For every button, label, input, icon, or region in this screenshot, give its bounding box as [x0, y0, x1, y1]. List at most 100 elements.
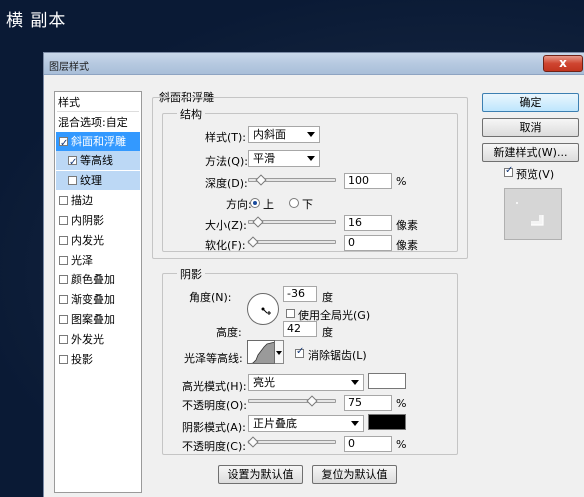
shadow-color-swatch[interactable] — [368, 414, 406, 430]
blending-options-label: 混合选项:自定 — [58, 116, 128, 129]
style-list-item[interactable]: 内阴影 — [56, 211, 140, 230]
set-default-button[interactable]: 设置为默认值 — [218, 465, 303, 484]
highlight-mode-select[interactable]: 亮光 — [248, 374, 364, 391]
dialog-title: 图层样式 — [49, 62, 89, 73]
direction-down-radio[interactable] — [289, 198, 299, 208]
style-list-item[interactable]: 光泽 — [56, 251, 140, 270]
technique-style-select[interactable]: 内斜面 — [248, 126, 320, 143]
shadow-mode-label: 阴影模式(A): — [182, 421, 246, 434]
highlight-opacity-input[interactable]: 75 — [344, 395, 392, 411]
angle-dial[interactable] — [247, 293, 279, 325]
direction-down-label: 下 — [302, 198, 313, 211]
chevron-down-icon — [351, 421, 359, 426]
style-item-label: 等高线 — [80, 154, 113, 167]
angle-unit: 度 — [322, 291, 333, 304]
soften-label: 软化(F): — [205, 239, 246, 252]
preview-label: 预览(V) — [516, 168, 555, 181]
soften-input[interactable]: 0 — [344, 235, 392, 251]
soften-unit: 像素 — [396, 239, 418, 252]
angle-dial-icon — [261, 307, 271, 315]
cancel-button[interactable]: 取消 — [482, 118, 579, 137]
style-item-checkbox[interactable] — [59, 335, 68, 344]
size-label: 大小(Z): — [205, 219, 247, 232]
chevron-down-icon — [276, 351, 282, 355]
style-item-checkbox[interactable] — [68, 153, 77, 172]
blending-options[interactable]: 混合选项:自定 — [56, 113, 140, 132]
reset-default-button[interactable]: 复位为默认值 — [312, 465, 397, 484]
antialias-checkbox[interactable] — [295, 346, 304, 358]
style-item-label: 渐变叠加 — [71, 293, 115, 306]
document-title: 横 副本 — [6, 11, 67, 31]
soften-slider[interactable] — [247, 236, 336, 248]
style-item-checkbox[interactable] — [59, 196, 68, 205]
gloss-contour-label: 光泽等高线: — [184, 352, 243, 365]
style-item-checkbox[interactable] — [59, 216, 68, 225]
direction-up-radio[interactable] — [250, 198, 260, 208]
style-list-item[interactable]: 外发光 — [56, 330, 140, 349]
size-unit: 像素 — [396, 219, 418, 232]
style-list-item[interactable]: 内发光 — [56, 231, 140, 250]
highlight-opacity-slider[interactable] — [248, 395, 336, 407]
altitude-label: 高度: — [216, 326, 242, 339]
shadow-mode-select[interactable]: 正片叠底 — [248, 415, 364, 432]
style-item-label: 内发光 — [71, 234, 104, 247]
close-button[interactable]: x — [543, 55, 583, 72]
style-item-label: 纹理 — [80, 174, 102, 187]
style-item-checkbox[interactable] — [59, 355, 68, 364]
close-icon: x — [559, 56, 567, 70]
style-list-header[interactable]: 样式 — [58, 94, 80, 110]
chevron-down-icon — [307, 156, 315, 161]
direction-label: 方向: — [226, 198, 252, 211]
highlight-opacity-label: 不透明度(O): — [182, 399, 247, 412]
style-item-label: 图案叠加 — [71, 313, 115, 326]
preview-shape-icon — [516, 202, 544, 226]
style-list: 样式 混合选项:自定 斜面和浮雕等高线纹理描边内阴影内发光光泽颜色叠加渐变叠加图… — [54, 91, 142, 493]
style-list-item[interactable]: 描边 — [56, 191, 140, 210]
method-value: 平滑 — [253, 152, 275, 165]
style-item-checkbox[interactable] — [59, 236, 68, 245]
style-list-item[interactable]: 图案叠加 — [56, 310, 140, 329]
depth-label: 深度(D): — [205, 177, 248, 190]
style-label: 样式(T): — [205, 131, 247, 144]
style-item-checkbox[interactable] — [59, 315, 68, 324]
style-item-checkbox[interactable] — [59, 134, 68, 153]
style-list-item[interactable]: 颜色叠加 — [56, 270, 140, 289]
style-item-checkbox[interactable] — [59, 275, 68, 284]
method-select[interactable]: 平滑 — [248, 150, 320, 167]
gloss-contour-preview[interactable] — [247, 340, 275, 364]
angle-input[interactable]: -36 — [283, 286, 317, 302]
style-item-checkbox[interactable] — [59, 256, 68, 265]
global-light-checkbox[interactable] — [286, 309, 295, 318]
depth-input[interactable]: 100 — [344, 173, 392, 189]
ok-button[interactable]: 确定 — [482, 93, 579, 112]
contour-curve-icon — [251, 341, 274, 363]
size-input[interactable]: 16 — [344, 215, 392, 231]
angle-label: 角度(N): — [189, 291, 232, 304]
depth-slider[interactable] — [248, 174, 336, 186]
style-list-item[interactable]: 纹理 — [56, 171, 140, 190]
style-item-label: 内阴影 — [71, 214, 104, 227]
structure-title: 结构 — [177, 106, 205, 122]
dialog-titlebar[interactable]: 图层样式 x — [44, 53, 584, 75]
style-item-checkbox[interactable] — [68, 176, 77, 185]
style-list-item[interactable]: 等高线 — [56, 151, 140, 172]
highlight-mode-value: 亮光 — [253, 376, 275, 389]
style-item-label: 颜色叠加 — [71, 273, 115, 286]
chevron-down-icon — [351, 380, 359, 385]
style-value: 内斜面 — [253, 128, 286, 141]
style-item-label: 外发光 — [71, 333, 104, 346]
altitude-input[interactable]: 42 — [283, 321, 317, 337]
method-label: 方法(Q): — [205, 155, 248, 168]
new-style-button[interactable]: 新建样式(W)... — [482, 143, 579, 162]
style-list-item[interactable]: 斜面和浮雕 — [56, 132, 140, 153]
contour-dropdown[interactable] — [275, 340, 284, 364]
highlight-color-swatch[interactable] — [368, 373, 406, 389]
shadow-opacity-input[interactable]: 0 — [344, 436, 392, 452]
highlight-mode-label: 高光模式(H): — [182, 380, 247, 393]
style-list-item[interactable]: 渐变叠加 — [56, 290, 140, 309]
size-slider[interactable] — [248, 216, 336, 228]
style-item-checkbox[interactable] — [59, 295, 68, 304]
preview-checkbox[interactable] — [504, 165, 513, 177]
shadow-opacity-slider[interactable] — [247, 436, 336, 448]
style-list-item[interactable]: 投影 — [56, 350, 140, 369]
